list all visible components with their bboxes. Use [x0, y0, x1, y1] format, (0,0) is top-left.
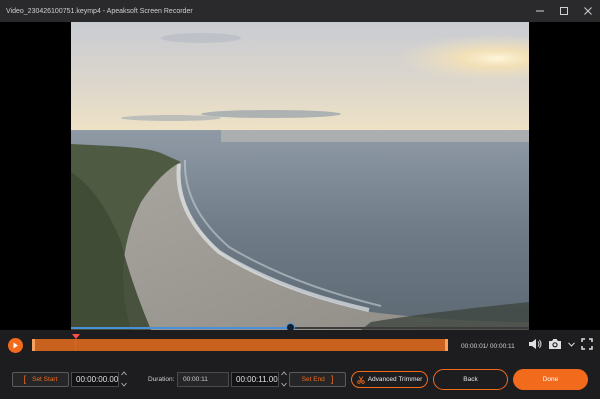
trim-end-handle[interactable] — [445, 339, 448, 351]
chevron-down-icon — [281, 382, 287, 387]
bracket-right-icon: ] — [330, 374, 334, 384]
playback-progress-fill — [71, 327, 291, 329]
set-start-label: Set Start — [32, 376, 58, 383]
playhead-line — [75, 339, 76, 351]
video-frame[interactable] — [71, 22, 529, 330]
close-icon — [584, 7, 592, 15]
chevron-down-icon — [568, 341, 575, 347]
end-time-stepper[interactable] — [280, 371, 288, 387]
snapshot-button[interactable] — [548, 338, 562, 350]
trim-controls-row: [ Set Start 00:00:00.00 Duration: 00:00:… — [0, 362, 600, 399]
fullscreen-button[interactable] — [581, 338, 593, 350]
bracket-left-icon: [ — [23, 374, 27, 384]
done-button[interactable]: Done — [513, 369, 588, 390]
maximize-button[interactable] — [552, 0, 576, 22]
trim-clip-bar[interactable] — [32, 334, 448, 351]
scissors-icon — [357, 375, 365, 384]
window-title: Video_230426100751.keymp4 - Apeaksoft Sc… — [6, 7, 193, 15]
minimize-button[interactable] — [528, 0, 552, 22]
start-time-stepper[interactable] — [120, 371, 128, 387]
minimize-icon — [536, 10, 544, 12]
player-tools — [528, 338, 593, 350]
timeline-row: 00:00:01/ 00:00:11 — [0, 330, 600, 362]
set-start-button[interactable]: [ Set Start — [12, 372, 69, 387]
play-button[interactable] — [8, 338, 23, 353]
volume-button[interactable] — [528, 338, 542, 350]
duration-value: 00:00:11 — [177, 372, 229, 387]
start-time-input[interactable]: 00:00:00.00 — [71, 372, 119, 387]
beach-video-image — [71, 22, 529, 330]
title-bar: Video_230426100751.keymp4 - Apeaksoft Sc… — [0, 0, 600, 22]
chevron-up-icon — [121, 371, 127, 376]
time-readout: 00:00:01/ 00:00:11 — [461, 343, 515, 350]
fullscreen-icon — [581, 338, 593, 350]
snapshot-dropdown[interactable] — [568, 341, 575, 347]
playhead-marker[interactable] — [72, 334, 80, 339]
trim-start-handle[interactable] — [32, 339, 35, 351]
window-controls — [528, 0, 600, 22]
chevron-up-icon — [281, 371, 287, 376]
end-time-input[interactable]: 00:00:11.00 — [231, 372, 279, 387]
set-end-label: Set End — [301, 376, 325, 383]
advanced-trimmer-label: Advanced Trimmer — [367, 376, 423, 383]
duration-label: Duration: — [148, 376, 175, 383]
back-button[interactable]: Back — [433, 369, 508, 390]
close-button[interactable] — [576, 0, 600, 22]
video-stage — [0, 22, 600, 352]
playback-progress-track[interactable] — [71, 323, 529, 332]
volume-icon — [529, 339, 542, 349]
set-end-button[interactable]: Set End ] — [289, 372, 346, 387]
maximize-icon — [560, 7, 568, 15]
play-icon — [13, 342, 18, 349]
advanced-trimmer-button[interactable]: Advanced Trimmer — [351, 371, 428, 388]
camera-icon — [549, 339, 561, 349]
chevron-down-icon — [121, 382, 127, 387]
